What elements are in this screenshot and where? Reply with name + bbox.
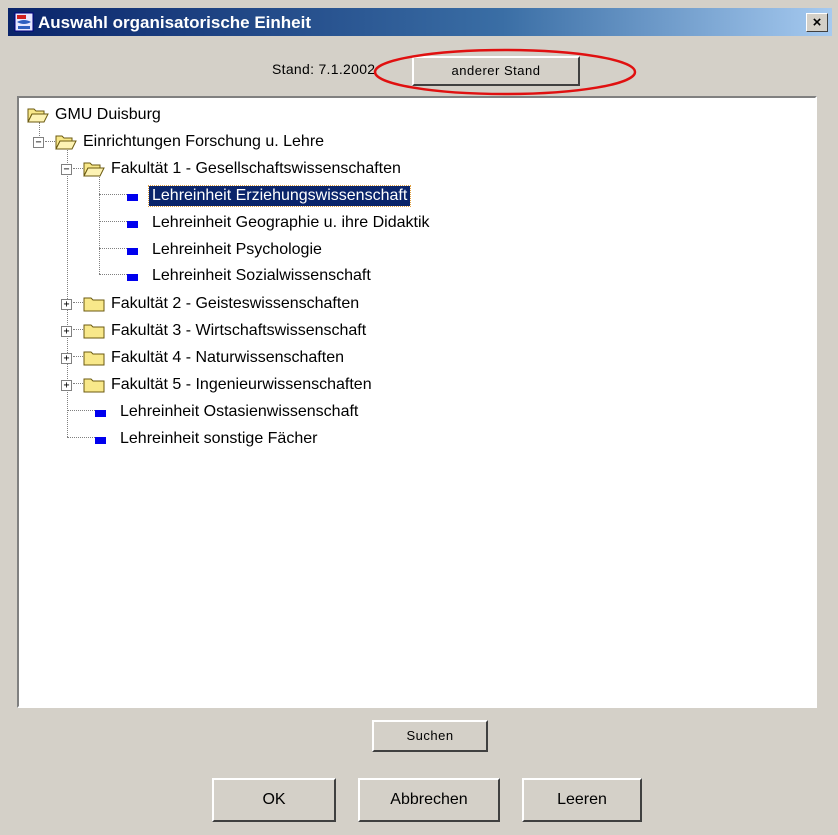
unit-leaf-icon xyxy=(95,437,106,444)
unit-leaf-icon xyxy=(127,194,138,201)
title-bar[interactable]: Auswahl organisatorische Einheit × xyxy=(8,8,832,36)
org-unit-tree[interactable]: GMU Duisburg − Einrichtungen Forschung u… xyxy=(17,96,817,708)
stand-label: Stand: 7.1.2002 xyxy=(272,61,376,77)
tree-node-label: GMU Duisburg xyxy=(55,106,161,123)
tree-connector xyxy=(73,383,83,385)
dialog-window: Auswahl organisatorische Einheit × Stand… xyxy=(0,0,838,835)
folder-open-icon xyxy=(55,135,77,150)
tree-connector xyxy=(67,437,95,439)
tree-connector xyxy=(99,274,127,276)
stand-row: Stand: 7.1.2002 anderer Stand xyxy=(0,50,838,86)
tree-connector xyxy=(73,329,83,331)
folder-closed-icon xyxy=(83,324,105,339)
collapse-toggle[interactable]: − xyxy=(61,164,72,175)
tree-connector xyxy=(67,150,69,437)
unit-leaf-icon xyxy=(127,274,138,281)
unit-leaf-icon xyxy=(127,248,138,255)
tree-node-label: Fakultät 2 - Geisteswissenschaften xyxy=(111,295,360,312)
tree-connector xyxy=(67,410,95,412)
tree-node-label: Einrichtungen Forschung u. Lehre xyxy=(83,133,325,150)
unit-leaf-icon xyxy=(95,410,106,417)
tree-node-label: Lehreinheit Geographie u. ihre Didaktik xyxy=(152,214,430,231)
expand-toggle[interactable]: + xyxy=(61,380,72,391)
folder-closed-icon xyxy=(83,297,105,312)
ok-button[interactable]: OK xyxy=(212,778,336,822)
tree-node-label: Fakultät 5 - Ingenieurwissenschaften xyxy=(111,376,372,393)
tree-node-label-selected: Lehreinheit Erziehungswissenschaft xyxy=(147,185,412,207)
folder-closed-icon xyxy=(83,351,105,366)
close-button[interactable]: × xyxy=(806,13,828,32)
folder-open-icon xyxy=(83,162,105,177)
other-stand-button[interactable]: anderer Stand xyxy=(412,56,580,86)
folder-open-icon xyxy=(27,108,49,123)
collapse-toggle[interactable]: − xyxy=(33,137,44,148)
window-title: Auswahl organisatorische Einheit xyxy=(38,13,312,32)
folder-closed-icon xyxy=(83,378,105,393)
tree-node-label: Fakultät 4 - Naturwissenschaften xyxy=(111,349,344,366)
tree-connector xyxy=(45,141,55,143)
tree-node-label: Fakultät 3 - Wirtschaftswissenschaft xyxy=(111,322,367,339)
expand-toggle[interactable]: + xyxy=(61,353,72,364)
tree-node-label: Lehreinheit Sozialwissenschaft xyxy=(152,267,371,284)
tree-node-label: Lehreinheit Psychologie xyxy=(152,241,322,258)
app-icon xyxy=(14,12,34,32)
tree-node-label: Lehreinheit sonstige Fächer xyxy=(120,430,318,447)
unit-leaf-icon xyxy=(127,221,138,228)
close-icon: × xyxy=(812,14,822,31)
tree-connector xyxy=(99,177,101,274)
tree-connector xyxy=(73,356,83,358)
tree-connector xyxy=(73,168,83,170)
clear-button[interactable]: Leeren xyxy=(522,778,642,822)
tree-node-label: Fakultät 1 - Gesellschaftswissenschaften xyxy=(111,160,401,177)
cancel-button[interactable]: Abbrechen xyxy=(358,778,500,822)
tree-connector xyxy=(99,221,127,223)
tree-node-label: Lehreinheit Ostasienwissenschaft xyxy=(120,403,359,420)
tree-connector xyxy=(39,122,41,138)
expand-toggle[interactable]: + xyxy=(61,299,72,310)
tree-connector xyxy=(99,194,127,196)
expand-toggle[interactable]: + xyxy=(61,326,72,337)
tree-connector xyxy=(73,302,83,304)
search-button[interactable]: Suchen xyxy=(372,720,488,752)
tree-connector xyxy=(99,248,127,250)
